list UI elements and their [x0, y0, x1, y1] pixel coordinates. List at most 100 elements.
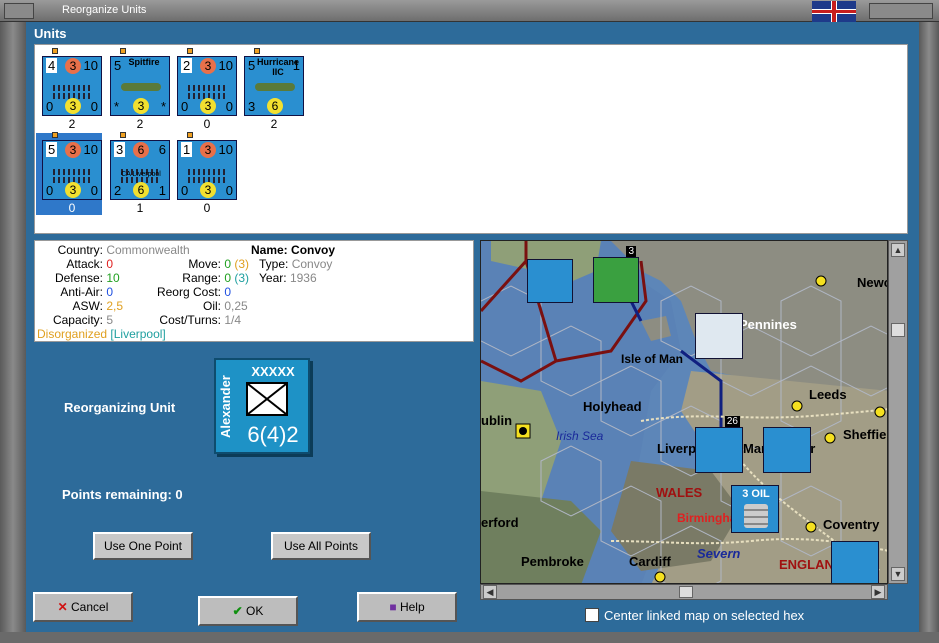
map-label-pennines: Pennines	[739, 317, 797, 332]
unit-top-left: 3	[114, 142, 126, 157]
unit-name: Spitfire	[128, 57, 160, 67]
attack-badge: 3	[65, 58, 81, 74]
unit-name: CA Liverpool	[121, 171, 161, 178]
use-all-points-button[interactable]: Use All Points	[271, 532, 371, 560]
map-label-holyhead: Holyhead	[583, 399, 642, 414]
units-title: Units	[34, 26, 67, 41]
center-map-label: Center linked map on selected hex	[604, 608, 805, 623]
status-value: Disorganized	[37, 327, 108, 341]
type-label: Type:	[259, 257, 289, 271]
ok-label: OK	[246, 604, 264, 618]
unit-flag-marker	[52, 132, 58, 138]
checkmark-icon: ✔	[232, 604, 243, 618]
asw-label: ASW:	[72, 299, 103, 313]
hq-name: Alexander	[218, 375, 233, 439]
aa-badge: 6	[267, 98, 283, 114]
window-menu-button[interactable]	[4, 3, 34, 19]
unit-bottom-right: 0	[225, 99, 233, 114]
unit-counter[interactable]: 2 3 10 0 3 0	[177, 56, 237, 116]
aircraft-icon	[255, 77, 295, 95]
cancel-button[interactable]: ✕ Cancel	[33, 592, 133, 622]
reorganizing-unit-counter[interactable]: Alexander XXXXX 6(4)2	[214, 358, 310, 454]
move-max: (3)	[234, 257, 250, 271]
map-label-coventry: Coventry	[823, 517, 880, 532]
map-unit-convoy-liverpool[interactable]: 26	[695, 416, 743, 473]
unit-flag-marker	[120, 132, 126, 138]
reorg-label: Reorg Cost:	[156, 285, 221, 299]
vscroll-thumb[interactable]	[891, 323, 905, 337]
points-label: Points remaining:	[62, 487, 172, 502]
unit-counter[interactable]: 5 Hurricane IIC 1 3 6	[244, 56, 304, 116]
map-label-leeds: Leeds	[809, 387, 847, 402]
unit-counter[interactable]: 5 3 10 0 3 0	[42, 140, 102, 200]
help-button[interactable]: ■ Help	[357, 592, 457, 622]
map-unit-stack-green[interactable]: 3	[593, 246, 639, 303]
scroll-down-icon[interactable]: ▼	[891, 567, 905, 581]
attack-badge: 6	[133, 142, 149, 158]
unit-flag-marker	[120, 48, 126, 54]
unit-bottom-right: *	[160, 99, 166, 114]
year-label: Year:	[259, 271, 287, 285]
unit-counter[interactable]: 1 3 10 0 3 0	[177, 140, 237, 200]
unit-counter[interactable]: 3 6 6 CA Liverpool 2 6 1	[110, 140, 170, 200]
ship-icon	[188, 77, 228, 99]
aa-badge: 3	[200, 182, 216, 198]
unit-size: XXXXX	[251, 364, 295, 379]
unit-bottom-left: 0	[46, 99, 54, 114]
unit-bottom-left: 0	[181, 99, 189, 114]
map-horizontal-scrollbar[interactable]: ◀ ▶	[480, 584, 888, 600]
unit-top-right: 1	[292, 58, 300, 73]
hscroll-thumb[interactable]	[679, 586, 693, 598]
unit-flag-marker	[254, 48, 260, 54]
points-remaining: Points remaining: 0	[62, 487, 183, 502]
oil-resource-icon[interactable]: 3 OIL	[731, 485, 779, 533]
map-unit-wellington[interactable]	[831, 541, 879, 583]
unit-top-right: 10	[218, 142, 233, 157]
capacity-label: Capacity:	[52, 313, 103, 327]
map-unit-convoy-seleted[interactable]	[695, 313, 743, 359]
attack-badge: 3	[65, 142, 81, 158]
x-icon: ✕	[57, 600, 68, 614]
ok-button[interactable]: ✔ OK	[198, 596, 298, 626]
unit-top-left: 4	[46, 58, 58, 73]
range-value: 0	[224, 271, 232, 285]
country-value: Commonwealth	[106, 243, 190, 257]
map-vertical-scrollbar[interactable]: ▲ ▼	[888, 240, 908, 584]
unit-flag-marker	[187, 48, 193, 54]
antiair-value: 0	[106, 285, 114, 299]
scroll-right-icon[interactable]: ▶	[871, 585, 885, 599]
unit-count: 2	[68, 117, 76, 131]
map-label-pembroke: Pembroke	[521, 554, 584, 569]
linked-map[interactable]: Newcastle Pennines Isle of Man Leeds Hol…	[480, 240, 888, 584]
map-unit-swordfish[interactable]	[527, 259, 573, 303]
use-one-point-button[interactable]: Use One Point	[93, 532, 193, 560]
scroll-left-icon[interactable]: ◀	[483, 585, 497, 599]
antiair-label: Anti-Air:	[60, 285, 103, 299]
attack-value: 0	[106, 257, 114, 271]
cancel-label: Cancel	[71, 600, 109, 614]
unit-bottom-right: 1	[158, 183, 166, 198]
scroll-up-icon[interactable]: ▲	[891, 243, 905, 257]
ship-icon	[53, 161, 93, 183]
map-label-isle-of-man: Isle of Man	[621, 352, 684, 366]
points-value: 0	[175, 487, 183, 502]
unit-strength: 6(4)2	[247, 422, 299, 447]
unit-counter[interactable]: 5 Spitfire * 3 *	[110, 56, 170, 116]
unit-count: 2	[270, 117, 278, 131]
aa-badge: 3	[65, 182, 81, 198]
center-map-checkbox[interactable]	[585, 608, 599, 622]
window-controls[interactable]	[869, 3, 933, 19]
year-value: 1936	[289, 271, 317, 285]
book-icon: ■	[389, 600, 397, 614]
oil-label: 3 OIL	[742, 488, 770, 500]
unit-flag-marker	[187, 132, 193, 138]
map-unit-hurricane[interactable]	[763, 427, 811, 473]
location-value: [Liverpool]	[110, 327, 166, 341]
left-border	[0, 22, 26, 643]
move-label: Move:	[188, 257, 221, 271]
range-label: Range:	[182, 271, 221, 285]
bottom-border	[0, 632, 939, 643]
unit-counter[interactable]: 4 3 10 0 3 0	[42, 56, 102, 116]
map-label-dublin: ublin	[481, 413, 513, 428]
oil-label: Oil:	[203, 299, 221, 313]
